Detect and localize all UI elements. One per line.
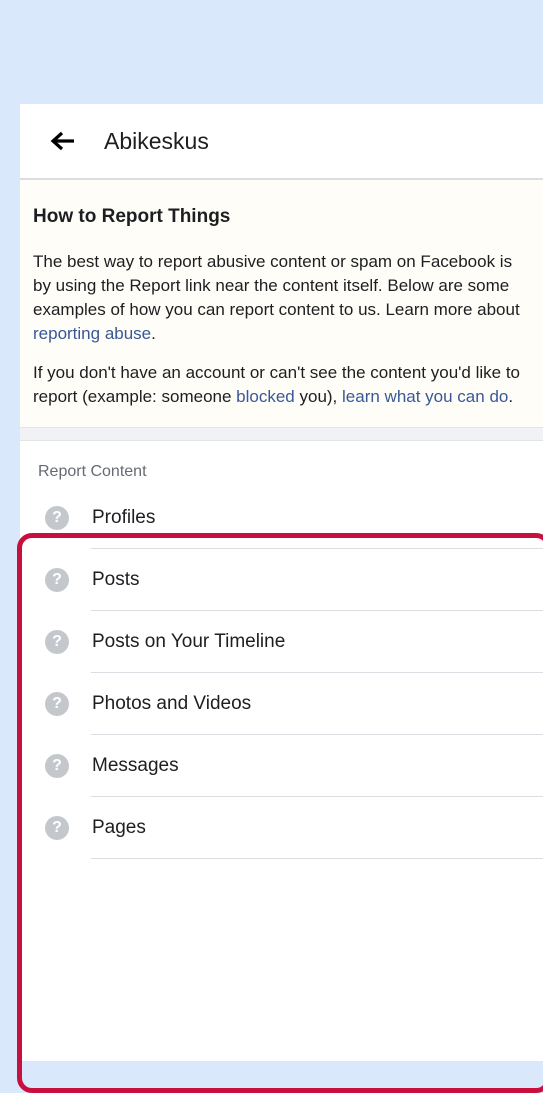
question-icon: ? — [45, 630, 69, 654]
list-item-label: Pages — [92, 817, 146, 838]
list-item-photos-and-videos[interactable]: ? Photos and Videos — [20, 673, 543, 735]
help-center-screen: Abikeskus How to Report Things The best … — [20, 104, 543, 1061]
list-item-label: Posts — [92, 569, 140, 590]
reporting-abuse-link[interactable]: reporting abuse — [33, 324, 151, 343]
list-item-label: Messages — [92, 755, 179, 776]
blocked-link[interactable]: blocked — [236, 387, 295, 406]
question-icon: ? — [45, 692, 69, 716]
section-header: Report Content — [38, 463, 147, 480]
report-content-list: ? Profiles ? Posts ? Posts on Your Timel… — [20, 487, 543, 859]
page-title: Abikeskus — [104, 127, 209, 154]
top-bar: Abikeskus — [20, 104, 543, 180]
list-item-label: Posts on Your Timeline — [92, 631, 286, 652]
list-item-posts[interactable]: ? Posts — [20, 549, 543, 611]
list-item-pages[interactable]: ? Pages — [20, 797, 543, 859]
info-paragraph-1: The best way to report abusive content o… — [33, 252, 520, 343]
info-box: How to Report Things The best way to rep… — [20, 180, 543, 428]
question-icon: ? — [45, 816, 69, 840]
list-item-posts-on-your-timeline[interactable]: ? Posts on Your Timeline — [20, 611, 543, 673]
info-paragraph-2: If you don't have an account or can't se… — [33, 363, 520, 406]
info-title: How to Report Things — [33, 206, 231, 227]
question-icon: ? — [45, 568, 69, 592]
list-item-label: Photos and Videos — [92, 693, 252, 714]
list-item-profiles[interactable]: ? Profiles — [20, 487, 543, 549]
question-icon: ? — [45, 506, 69, 530]
list-item-label: Profiles — [92, 507, 156, 528]
learn-what-you-can-do-link[interactable]: learn what you can do — [342, 387, 508, 406]
question-icon: ? — [45, 754, 69, 778]
section-divider — [20, 428, 543, 441]
list-item-messages[interactable]: ? Messages — [20, 735, 543, 797]
back-arrow-icon[interactable] — [50, 131, 76, 151]
